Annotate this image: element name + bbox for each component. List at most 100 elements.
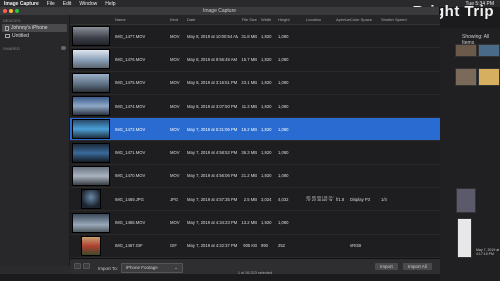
file-table: Name Kind Date File Size Width Height Lo… bbox=[70, 15, 440, 258]
file-kind: GIF bbox=[170, 243, 177, 249]
file-width: 990 bbox=[261, 243, 268, 249]
file-size: 31.8 MB bbox=[241, 33, 257, 39]
col-colorspace[interactable]: Color Space bbox=[350, 17, 381, 22]
bg-thumbnail bbox=[455, 44, 477, 57]
menu-edit[interactable]: Edit bbox=[63, 1, 72, 7]
col-location[interactable]: Location bbox=[306, 17, 336, 22]
list-view-button[interactable] bbox=[74, 263, 81, 269]
table-body: IMG_1477.MOV MOV May 8, 2019 at 10:00:54 A… bbox=[70, 25, 440, 258]
col-name[interactable]: Name bbox=[113, 17, 170, 22]
file-name: IMG_1467.GIF bbox=[115, 243, 143, 249]
col-shutter[interactable]: Shutter Speed bbox=[381, 17, 411, 22]
col-aperture[interactable]: Aperture bbox=[336, 17, 350, 22]
menu-help[interactable]: Help bbox=[105, 1, 115, 7]
thumbnail-image bbox=[72, 142, 110, 163]
file-size: 15.7 MB bbox=[241, 56, 257, 62]
file-kind: MOV bbox=[170, 56, 180, 62]
sidebar: DEVICES Johnny's iPhone Untitled SHARED bbox=[0, 15, 70, 266]
close-button[interactable] bbox=[3, 9, 7, 13]
file-kind: MOV bbox=[170, 126, 180, 132]
file-date: May 7, 2019 at 4:57:35 PM bbox=[187, 196, 238, 202]
thumbnail-image bbox=[81, 235, 101, 256]
file-shutter: 1/4 bbox=[381, 196, 387, 202]
file-width: 1,920 bbox=[261, 80, 272, 86]
thumbnail bbox=[70, 96, 113, 117]
col-size[interactable]: File Size bbox=[238, 17, 261, 22]
thumbnail bbox=[70, 212, 113, 233]
file-width: 1,920 bbox=[261, 220, 272, 226]
import-all-button[interactable]: Import All bbox=[403, 263, 432, 270]
import-to-label: Import To: bbox=[98, 265, 118, 271]
sidebar-item-iphone[interactable]: Johnny's iPhone bbox=[2, 24, 67, 32]
table-header: Name Kind Date File Size Width Height Lo… bbox=[70, 15, 440, 25]
zoom-button[interactable] bbox=[15, 9, 19, 13]
table-row[interactable]: IMG_1470.MOV MOV May 7, 2019 at 4:56:06 PM… bbox=[70, 165, 440, 189]
sidebar-item-untitled[interactable]: Untitled bbox=[2, 32, 67, 40]
col-date[interactable]: Date bbox=[187, 17, 238, 22]
file-height: 1,080 bbox=[278, 220, 289, 226]
file-name: IMG_1471.MOV bbox=[115, 150, 146, 156]
grid-view-button[interactable] bbox=[83, 263, 90, 269]
iphone-icon bbox=[5, 25, 9, 31]
thumbnail-image bbox=[72, 119, 110, 140]
menu-file[interactable]: File bbox=[47, 1, 55, 7]
bg-date: May 7, 2019 at 4:17:10 PM bbox=[476, 248, 500, 256]
app-menu[interactable]: Image Capture bbox=[4, 1, 39, 7]
table-row[interactable]: IMG_1472.MOV MOV May 7, 2019 at 5:21:06 PM… bbox=[70, 118, 440, 142]
file-width: 1,920 bbox=[261, 103, 272, 109]
file-height: 1,080 bbox=[278, 150, 289, 156]
table-row[interactable]: IMG_1469.JPG JPG May 7, 2019 at 4:57:35 PM… bbox=[70, 188, 440, 212]
file-kind: MOV bbox=[170, 33, 180, 39]
file-date: May 7, 2019 at 5:21:06 PM bbox=[187, 126, 238, 132]
table-row[interactable]: IMG_1476.MOV MOV May 8, 2019 at 9:56:48 AM… bbox=[70, 48, 440, 72]
file-size: 23.1 MB bbox=[241, 80, 257, 86]
table-row[interactable]: IMG_1467.GIF GIF May 7, 2019 at 4:22:37 PM… bbox=[70, 235, 440, 258]
shared-label: SHARED bbox=[3, 46, 20, 51]
file-height: 1,080 bbox=[278, 33, 289, 39]
file-kind: MOV bbox=[170, 80, 180, 86]
file-date: May 7, 2019 at 4:58:52 PM bbox=[187, 150, 238, 156]
thumbnail-image bbox=[72, 165, 110, 186]
sidebar-item-label: Untitled bbox=[12, 33, 29, 39]
minimize-button[interactable] bbox=[9, 9, 13, 13]
table-row[interactable]: IMG_1477.MOV MOV May 8, 2019 at 10:00:54 A… bbox=[70, 25, 440, 49]
thumbnail-image bbox=[72, 72, 110, 93]
thumbnail bbox=[70, 119, 113, 140]
file-date: May 8, 2019 at 3:16:51 PM bbox=[187, 80, 238, 86]
selection-count: 1 of 26,323 selected bbox=[237, 271, 273, 275]
file-size: 15.2 MB bbox=[241, 126, 257, 132]
shared-badge bbox=[61, 46, 66, 50]
file-date: May 8, 2019 at 3:07:50 PM bbox=[187, 103, 238, 109]
thumbnail-image bbox=[72, 26, 110, 47]
col-width[interactable]: Width bbox=[261, 17, 278, 22]
file-name: IMG_1474.MOV bbox=[115, 103, 146, 109]
window-controls bbox=[3, 9, 19, 13]
file-height: 1,080 bbox=[278, 56, 289, 62]
sidebar-item-label: Johnny's iPhone bbox=[11, 25, 48, 31]
file-size: 13.2 MB bbox=[241, 220, 257, 226]
file-width: 1,920 bbox=[261, 173, 272, 179]
bg-thumbnail bbox=[478, 68, 500, 86]
file-height: 1,080 bbox=[278, 173, 289, 179]
table-row[interactable]: IMG_1474.MOV MOV May 8, 2019 at 3:07:50 PM… bbox=[70, 95, 440, 119]
file-colorspace: Display P3 bbox=[350, 196, 371, 202]
thumbnail bbox=[70, 142, 113, 163]
col-kind[interactable]: Kind bbox=[170, 17, 187, 22]
file-size: 2.5 MB bbox=[243, 196, 257, 202]
import-button[interactable]: Import bbox=[375, 263, 398, 270]
file-height: 4,032 bbox=[278, 196, 289, 202]
file-name: IMG_1475.MOV bbox=[115, 80, 146, 86]
file-name: IMG_1476.MOV bbox=[115, 56, 146, 62]
table-row[interactable]: IMG_1471.MOV MOV May 7, 2019 at 4:58:52 PM… bbox=[70, 141, 440, 165]
menu-window[interactable]: Window bbox=[79, 1, 97, 7]
table-row[interactable]: IMG_1475.MOV MOV May 8, 2019 at 3:16:51 PM… bbox=[70, 72, 440, 95]
file-date: May 7, 2019 at 4:56:06 PM bbox=[187, 173, 238, 179]
thumbnail-image bbox=[72, 49, 110, 70]
window-title: Image Capture bbox=[202, 8, 237, 14]
disk-icon bbox=[5, 34, 10, 38]
background-window: Showing: All Items May 7, 2019 at 4:17:1… bbox=[440, 28, 500, 281]
file-size: 21.2 MB bbox=[241, 173, 257, 179]
col-height[interactable]: Height bbox=[278, 17, 306, 22]
file-size: 11.3 MB bbox=[241, 103, 257, 109]
table-row[interactable]: IMG_1468.MOV MOV May 7, 2019 at 4:34:23 PM… bbox=[70, 211, 440, 235]
